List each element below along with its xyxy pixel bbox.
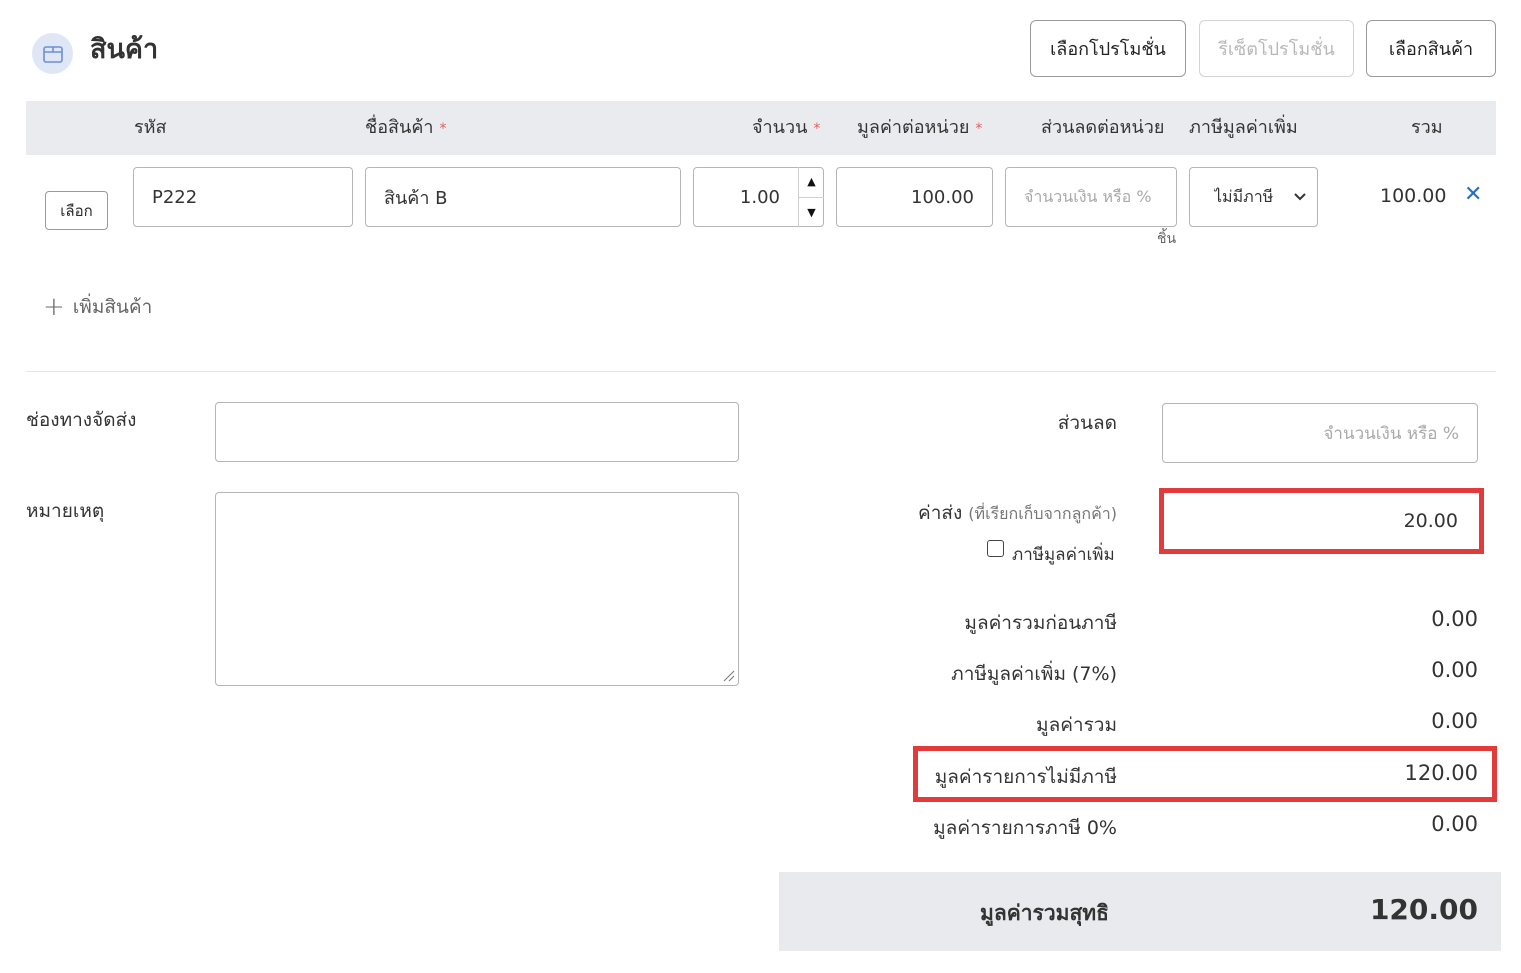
divider (26, 371, 1496, 372)
subtotal-before-tax-value: 0.00 (1431, 607, 1478, 631)
shipping-fee-sub-label: (ที่เรียกเก็บจากลูกค้า) (968, 504, 1117, 523)
remove-row-icon[interactable]: ✕ (1464, 182, 1482, 207)
non-vat-items-value: 120.00 (1404, 761, 1478, 785)
shipping-channel-label: ช่องทางจัดส่ง (26, 409, 137, 431)
shipping-fee-label: ค่าส่ง (ที่เรียกเก็บจากลูกค้า) (917, 502, 1117, 524)
shipping-fee-input[interactable]: 20.00 (1167, 496, 1476, 546)
non-vat-items-label: มูลค่ารายการไม่มีภาษี (934, 766, 1117, 788)
column-header-discount: ส่วนลดต่อหน่วย (1041, 117, 1165, 138)
zero-vat-items-value: 0.00 (1431, 812, 1478, 836)
discount-label: ส่วนลด (1057, 412, 1117, 434)
quantity-stepper[interactable]: ▲ ▼ (798, 167, 824, 227)
total-label: มูลค่ารวม (1036, 714, 1117, 736)
shipping-vat-checkbox[interactable] (987, 540, 1004, 557)
unit-price-input[interactable]: 100.00 (836, 167, 993, 227)
shipping-vat-label: ภาษีมูลค่าเพิ่ม (1012, 545, 1115, 565)
select-promotion-button[interactable]: เลือกโปรโมชั่น (1030, 20, 1186, 77)
package-icon (32, 33, 73, 74)
product-code-input[interactable]: P222 (133, 167, 353, 227)
plus-icon: + (43, 292, 65, 322)
zero-vat-items-label: มูลค่ารายการภาษี 0% (933, 817, 1117, 839)
grand-total-value: 120.00 (1369, 893, 1478, 926)
column-header-unit-price: มูลค่าต่อหน่วย * (857, 117, 983, 138)
column-header-name: ชื่อสินค้า * (365, 117, 447, 138)
grand-total-label: มูลค่ารวมสุทธิ (980, 901, 1109, 925)
vat-select[interactable]: ไม่มีภาษี (1189, 167, 1318, 227)
select-product-button[interactable]: เลือกสินค้า (1366, 20, 1496, 77)
subtotal-before-tax-label: มูลค่ารวมก่อนภาษี (964, 612, 1117, 634)
note-label: หมายเหตุ (26, 500, 105, 522)
note-textarea[interactable] (215, 492, 739, 686)
total-value: 0.00 (1431, 709, 1478, 733)
add-item-button[interactable]: + เพิ่มสินค้า (43, 292, 152, 322)
discount-per-unit-input[interactable]: จำนวนเงิน หรือ % (1005, 167, 1177, 227)
reset-promotion-button[interactable]: รีเซ็ตโปรโมชั่น (1199, 20, 1354, 77)
page-title: สินค้า (90, 34, 159, 65)
column-header-vat: ภาษีมูลค่าเพิ่ม (1189, 117, 1298, 138)
column-header-code: รหัส (134, 117, 167, 138)
product-name-input[interactable]: สินค้า B (365, 167, 681, 227)
vat-label: ภาษีมูลค่าเพิ่ม (7%) (951, 663, 1117, 685)
discount-input[interactable]: จำนวนเงิน หรือ % (1162, 403, 1478, 463)
column-header-quantity: จำนวน * (752, 117, 821, 138)
row-select-button[interactable]: เลือก (45, 191, 108, 230)
column-header-total: รวม (1411, 117, 1443, 138)
vat-value: 0.00 (1431, 658, 1478, 682)
unit-label: ชิ้น (1157, 231, 1177, 247)
chevron-down-icon (1294, 193, 1306, 201)
resize-handle-icon[interactable] (723, 670, 735, 682)
stepper-down-icon[interactable]: ▼ (799, 196, 824, 228)
shipping-channel-input[interactable] (215, 402, 739, 462)
stepper-up-icon[interactable]: ▲ (799, 167, 824, 197)
row-total: 100.00 (1380, 185, 1447, 207)
